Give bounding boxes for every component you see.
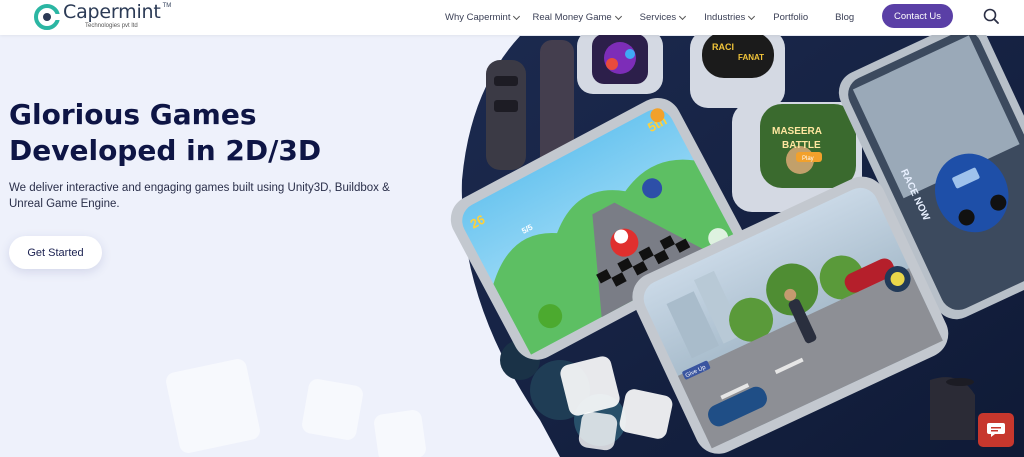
decorative-square bbox=[577, 410, 619, 452]
hero-title: Glorious Games Developed in 2D/3D bbox=[9, 97, 429, 169]
nav-services[interactable]: Services bbox=[639, 12, 687, 23]
get-started-button[interactable]: Get Started bbox=[9, 236, 102, 269]
logo-mark-icon bbox=[34, 4, 60, 30]
chevron-down-icon bbox=[679, 12, 687, 20]
nav-label: Portfolio bbox=[773, 12, 809, 23]
game-card-monster-truck bbox=[577, 30, 663, 94]
logo-subtitle: Technologies pvt ltd bbox=[85, 23, 138, 29]
chat-bubble-icon bbox=[987, 423, 1005, 437]
decorative-square bbox=[300, 377, 365, 442]
nav-real-money-game[interactable]: Real Money Game bbox=[532, 12, 622, 23]
main-nav: Why Capermint Real Money Game Services I… bbox=[445, 0, 854, 35]
logo[interactable]: Capermint TM Technologies pvt ltd bbox=[34, 3, 171, 30]
search-icon[interactable] bbox=[983, 8, 999, 24]
nav-blog[interactable]: Blog bbox=[835, 12, 854, 23]
site-header: Capermint TM Technologies pvt ltd Why Cap… bbox=[0, 0, 1024, 35]
nav-why-capermint[interactable]: Why Capermint bbox=[445, 12, 521, 23]
decorative-square bbox=[164, 357, 262, 455]
contact-us-button[interactable]: Contact Us bbox=[882, 4, 953, 28]
svg-text:Play: Play bbox=[802, 156, 814, 162]
game-card-racing-fanatic: RACI FANAT bbox=[690, 30, 785, 108]
decorative-square bbox=[372, 408, 428, 457]
nav-label: Services bbox=[639, 12, 677, 23]
nav-label: Why Capermint bbox=[445, 12, 511, 23]
logo-tm: TM bbox=[162, 3, 172, 9]
chevron-down-icon bbox=[748, 12, 756, 20]
maseera-subtitle: BATTLE bbox=[782, 140, 821, 151]
nav-portfolio[interactable]: Portfolio bbox=[773, 12, 808, 23]
hero-title-line1: Glorious Games bbox=[9, 98, 257, 131]
nav-label: Industries bbox=[704, 12, 746, 23]
svg-text:FANAT: FANAT bbox=[738, 53, 764, 62]
chat-button[interactable] bbox=[978, 413, 1014, 447]
chevron-down-icon bbox=[513, 12, 521, 20]
games-showcase-illustration: RACI FANAT MASEERA BATTLE Play RACE NOW bbox=[450, 21, 1024, 457]
hero-title-line2: Developed in 2D/3D bbox=[9, 134, 322, 167]
nav-label: Real Money Game bbox=[532, 12, 612, 23]
logo-name: Capermint bbox=[63, 1, 161, 23]
maseera-title: MASEERA bbox=[772, 126, 822, 137]
nav-industries[interactable]: Industries bbox=[704, 12, 756, 23]
nav-label: Blog bbox=[835, 12, 855, 23]
chevron-down-icon bbox=[614, 12, 622, 20]
svg-text:RACI: RACI bbox=[712, 42, 734, 52]
hero-description: We deliver interactive and engaging game… bbox=[9, 182, 390, 210]
